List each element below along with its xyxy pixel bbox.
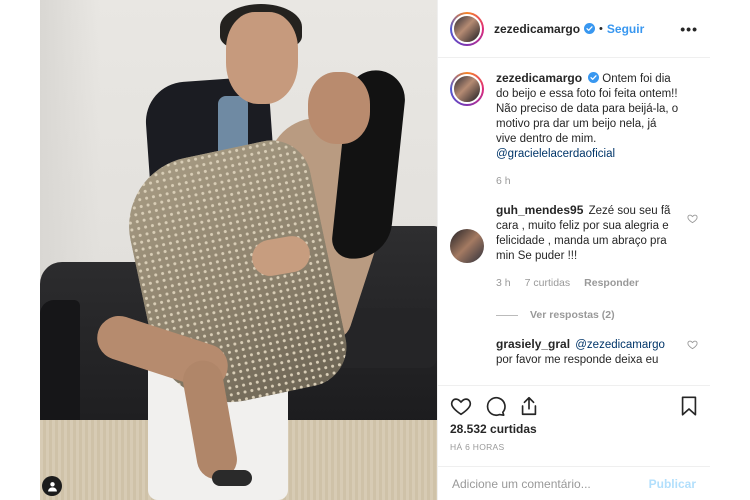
- comment-icon[interactable]: [484, 395, 506, 417]
- view-replies-label: Ver respostas (2): [530, 309, 615, 321]
- verified-badge-icon: [588, 72, 600, 83]
- publish-button[interactable]: Publicar: [649, 477, 696, 491]
- bookmark-icon[interactable]: [678, 395, 700, 417]
- user-tag-icon[interactable]: [42, 476, 62, 496]
- caption-meta: 6 h: [496, 174, 680, 189]
- photo-woman-head: [308, 72, 370, 144]
- heart-icon[interactable]: [450, 395, 472, 417]
- caption-time[interactable]: 6 h: [496, 174, 511, 189]
- comment-body: guh_mendes95 Zezé sou seu fã cara , muit…: [496, 203, 698, 291]
- comment-heart-icon[interactable]: [687, 213, 698, 224]
- verified-badge-icon: [584, 23, 596, 34]
- header-separator: •: [599, 22, 603, 35]
- user-tag-glyph: [47, 481, 57, 492]
- post-header: zezedicamargo • Seguir •••: [438, 0, 710, 58]
- likes-count[interactable]: 28.532 curtidas: [438, 420, 710, 436]
- photo-shoe: [212, 470, 252, 486]
- comment-username[interactable]: guh_mendes95: [496, 203, 583, 217]
- follow-button[interactable]: Seguir: [607, 22, 644, 36]
- photo-wall: [40, 0, 100, 280]
- comment-item: grasiely_gral @zezedicamargo por favor m…: [438, 321, 710, 372]
- author-username[interactable]: zezedicamargo: [494, 22, 580, 36]
- post-side-panel: zezedicamargo • Seguir ••• zezedicamargo…: [437, 0, 710, 500]
- comment-heart-icon[interactable]: [687, 339, 698, 350]
- comment-mention[interactable]: @zezedicamargo: [575, 339, 665, 351]
- more-options-button[interactable]: •••: [680, 21, 698, 37]
- caption: zezedicamargo Ontem foi dia do beijo e e…: [438, 59, 710, 189]
- comment-meta: 3 h 7 curtidas Responder: [496, 276, 680, 291]
- add-comment-bar: Publicar: [438, 466, 710, 500]
- caption-mention[interactable]: @gracielelacerdaoficial: [496, 148, 615, 160]
- comment-item: guh_mendes95 Zezé sou seu fã cara , muit…: [438, 189, 710, 291]
- action-icons: [438, 386, 710, 420]
- comments-list[interactable]: zezedicamargo Ontem foi dia do beijo e e…: [438, 59, 710, 385]
- reply-button[interactable]: Responder: [584, 276, 639, 291]
- comment-likes[interactable]: 7 curtidas: [525, 276, 571, 291]
- comment-input[interactable]: [452, 476, 649, 491]
- post-timestamp[interactable]: HÁ 6 HORAS: [438, 436, 710, 452]
- comment-body: grasiely_gral @zezedicamargo por favor m…: [496, 337, 698, 372]
- photo-man-head: [226, 12, 298, 104]
- share-icon[interactable]: [518, 395, 540, 417]
- author-avatar[interactable]: [450, 11, 484, 46]
- view-replies-button[interactable]: Ver respostas (2): [496, 309, 710, 321]
- comment-time[interactable]: 3 h: [496, 276, 511, 291]
- comment-text: por favor me responde deixa eu: [496, 354, 659, 366]
- view-replies-line: [496, 314, 518, 316]
- caption-body: zezedicamargo Ontem foi dia do beijo e e…: [496, 71, 698, 189]
- caption-username[interactable]: zezedicamargo: [496, 71, 582, 85]
- commenter-avatar[interactable]: [450, 229, 484, 263]
- post-actions: 28.532 curtidas HÁ 6 HORAS: [438, 385, 710, 459]
- comment-username[interactable]: grasiely_gral: [496, 337, 570, 351]
- post-photo[interactable]: [40, 0, 437, 500]
- caption-avatar[interactable]: [450, 72, 484, 106]
